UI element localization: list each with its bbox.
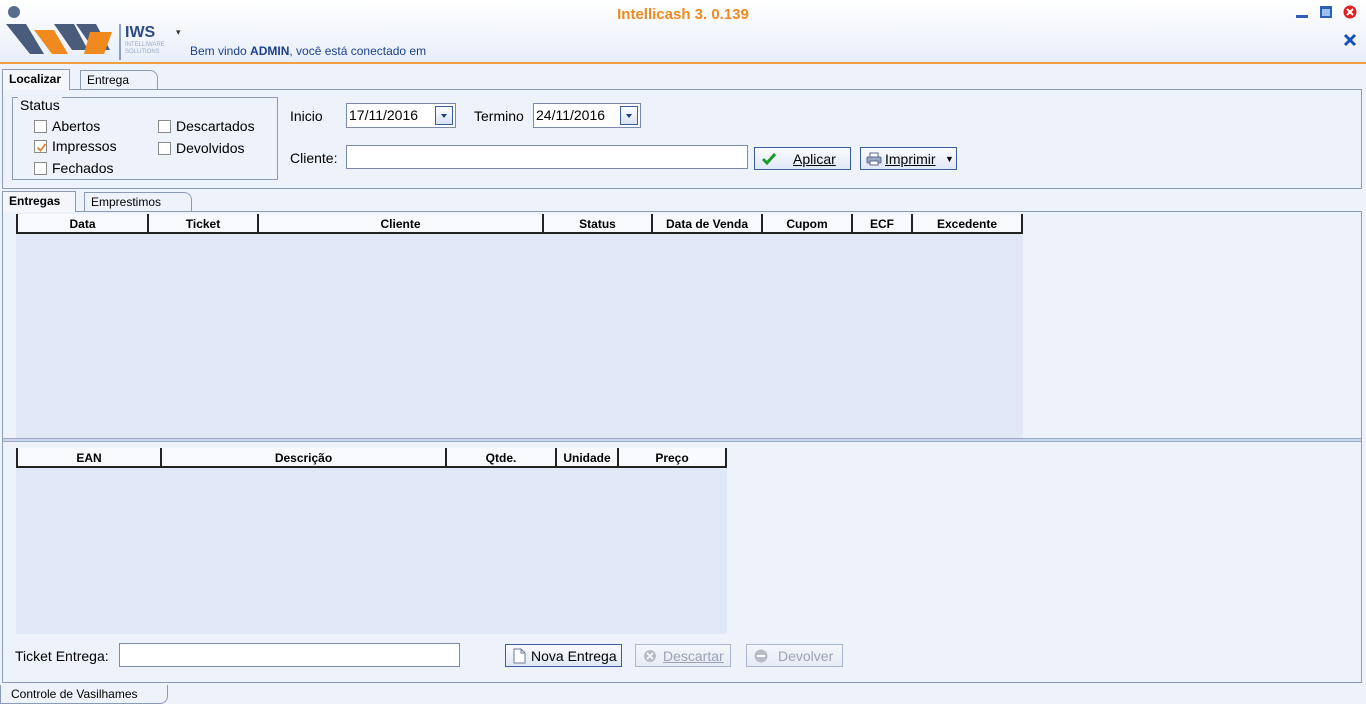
ticket-entrega-input[interactable] (119, 643, 460, 667)
panel-splitter[interactable] (3, 438, 1361, 442)
column-header-ecf[interactable]: ECF (851, 214, 911, 234)
tab-localizar[interactable]: Localizar (2, 69, 70, 90)
column-header-status[interactable]: Status (542, 214, 651, 234)
imprimir-label: Imprimir (885, 151, 936, 167)
devolver-button[interactable]: Devolver (746, 644, 843, 667)
aplicar-button[interactable]: Aplicar (754, 147, 851, 170)
column-header-qtde[interactable]: Qtde. (445, 448, 555, 468)
tab-controle-vasilhames[interactable]: Controle de Vasilhames (0, 685, 168, 704)
app-window: IWS INTELLIWARE SOLUTIONS ▾ Intellicash … (0, 0, 1366, 704)
logo-text: IWS (125, 24, 156, 41)
entregas-table-header: Data Ticket Cliente Status Data de Venda… (16, 214, 1023, 234)
nova-entrega-label: Nova Entrega (531, 648, 617, 664)
minimize-icon[interactable] (1295, 5, 1309, 19)
welcome-prefix: Bem vindo (190, 44, 251, 58)
termino-date-picker[interactable]: 24/11/2016 (533, 103, 641, 128)
return-icon (754, 649, 768, 663)
x-icon[interactable] (1342, 30, 1358, 48)
tab-entrega[interactable]: Entrega (80, 70, 158, 90)
entregas-table[interactable]: Data Ticket Cliente Status Data de Venda… (16, 214, 1023, 438)
descartar-button[interactable]: Descartar (635, 644, 731, 667)
nova-entrega-button[interactable]: Nova Entrega (505, 644, 622, 667)
app-title: Intellicash 3. 0.139 (617, 6, 749, 23)
column-header-descricao[interactable]: Descrição (160, 448, 445, 468)
checkbox-label: Impressos (52, 138, 117, 154)
ticket-entrega-label: Ticket Entrega: (15, 648, 109, 664)
checkbox-box[interactable] (34, 140, 47, 153)
column-header-ticket[interactable]: Ticket (147, 214, 257, 234)
header-bar: IWS INTELLIWARE SOLUTIONS ▾ Intellicash … (0, 0, 1366, 63)
termino-date-value: 24/11/2016 (536, 107, 606, 123)
devolver-label: Devolver (778, 648, 834, 664)
column-header-cupom[interactable]: Cupom (761, 214, 851, 234)
logo-subtitle: INTELLIWARE SOLUTIONS (125, 42, 165, 55)
descartar-label: Descartar (663, 648, 724, 664)
column-header-cliente[interactable]: Cliente (257, 214, 542, 234)
chevron-down-icon (441, 114, 447, 118)
checkbox-label: Fechados (52, 160, 114, 176)
inicio-date-value: 17/11/2016 (349, 107, 419, 123)
checkbox-box[interactable] (34, 162, 47, 175)
checkbox-label: Devolvidos (176, 140, 245, 156)
checkbox-box[interactable] (158, 142, 171, 155)
items-table[interactable]: EAN Descrição Qtde. Unidade Preço (16, 448, 727, 634)
checkmark-icon (36, 143, 47, 152)
maximize-icon[interactable] (1319, 5, 1333, 19)
imprimir-button[interactable]: Imprimir ▼ (860, 147, 957, 170)
chevron-down-icon (626, 114, 632, 118)
column-header-excedente[interactable]: Excedente (911, 214, 1023, 234)
column-header-preco[interactable]: Preço (617, 448, 727, 468)
inicio-date-picker[interactable]: 17/11/2016 (346, 103, 456, 128)
aplicar-label: Aplicar (793, 151, 836, 167)
termino-dropdown-button[interactable] (620, 106, 638, 125)
column-header-data[interactable]: Data (16, 214, 147, 234)
items-table-header: EAN Descrição Qtde. Unidade Preço (16, 448, 727, 468)
cliente-label: Cliente: (290, 150, 338, 166)
tab-entregas[interactable]: Entregas (2, 191, 76, 212)
checkbox-label: Abertos (52, 118, 101, 134)
welcome-user: ADMIN (250, 44, 290, 58)
cliente-input[interactable] (346, 145, 748, 169)
discard-icon (644, 650, 656, 662)
column-header-ean[interactable]: EAN (16, 448, 160, 468)
status-legend: Status (18, 97, 62, 113)
inicio-label: Inicio (290, 108, 323, 124)
dropdown-arrow-icon: ▼ (945, 154, 954, 164)
header-divider (0, 62, 1366, 64)
checkbox-label: Descartados (176, 118, 255, 134)
printer-icon (866, 152, 882, 166)
logo-dropdown-arrow-icon[interactable]: ▾ (176, 28, 181, 38)
checkmark-icon (761, 153, 777, 166)
column-header-data-venda[interactable]: Data de Venda (651, 214, 761, 234)
checkbox-box[interactable] (34, 120, 47, 133)
welcome-suffix: , você está conectado em (289, 44, 427, 58)
termino-label: Termino (474, 108, 524, 124)
close-icon[interactable] (1343, 5, 1357, 19)
checkbox-box[interactable] (158, 120, 171, 133)
column-header-unidade[interactable]: Unidade (555, 448, 617, 468)
welcome-message: Bem vindo ADMIN, você está conectado em (190, 44, 426, 58)
tab-emprestimos[interactable]: Emprestimos (84, 192, 192, 212)
inicio-dropdown-button[interactable] (435, 106, 453, 125)
new-document-icon (513, 648, 526, 664)
